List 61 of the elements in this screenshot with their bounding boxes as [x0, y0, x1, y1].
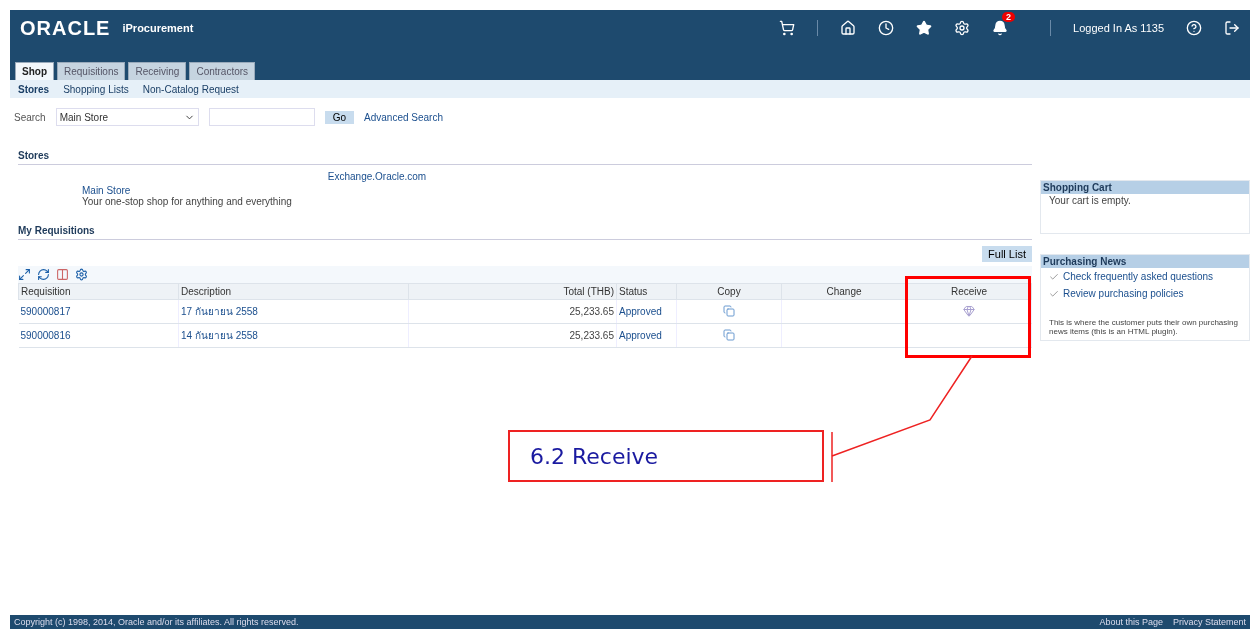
store-description: Your one-stop shop for anything and everything: [82, 196, 292, 207]
requisition-link[interactable]: 590000816: [18, 323, 179, 348]
search-field[interactable]: [208, 108, 315, 126]
subtab-link[interactable]: Shopping Lists: [63, 83, 129, 95]
news-note: This is where the customer puts their own purchasing news items (this is an HTML plugin).: [1048, 317, 1239, 338]
product-name: iProcurement: [122, 22, 194, 34]
subtab-link[interactable]: Stores: [18, 83, 50, 95]
user-label: Logged In As 1135: [1073, 22, 1164, 34]
help-icon[interactable]: [1186, 20, 1202, 36]
settings-icon[interactable]: [75, 268, 88, 281]
cart-text: Your cart is empty.: [1048, 194, 1132, 207]
panel-title: Purchasing News: [1041, 255, 1249, 268]
copyright-text: Copyright (c) 1998, 2014, Oracle and/or its affiliates. All rights reserved.: [14, 617, 299, 627]
notification-badge: 2: [1002, 12, 1016, 22]
status-link[interactable]: Approved: [616, 299, 677, 324]
column-header: Change: [781, 283, 907, 300]
exchange-link[interactable]: Exchange.Oracle.com: [327, 171, 427, 207]
check-icon: [1049, 271, 1059, 282]
tab[interactable]: Requisitions: [57, 62, 126, 80]
store-dropdown[interactable]: Main Store: [55, 108, 199, 126]
requisition-link[interactable]: 590000817: [18, 299, 179, 324]
advanced-search-link[interactable]: Advanced Search: [364, 111, 443, 123]
subtab-link[interactable]: Non-Catalog Request: [142, 83, 239, 95]
clock-icon[interactable]: [878, 20, 895, 36]
callout-text: 6.2 Receive: [530, 443, 659, 469]
section-title: Stores: [18, 132, 1032, 165]
cart-icon[interactable]: [779, 20, 796, 36]
column-header: Status: [616, 283, 677, 300]
description-link[interactable]: 17 กันยายน 2558: [178, 299, 409, 324]
search-label: Search: [14, 111, 46, 123]
logout-icon[interactable]: [1224, 20, 1240, 36]
column-header: Receive: [906, 283, 1032, 300]
logo: ORACLE: [20, 16, 111, 40]
tab[interactable]: Contractors: [189, 62, 256, 80]
settings-icon[interactable]: [954, 20, 971, 36]
description-link[interactable]: 14 กันยายน 2558: [178, 323, 409, 348]
full-list-button[interactable]: Full List: [982, 246, 1032, 262]
star-icon[interactable]: [916, 20, 933, 36]
store-link[interactable]: Main Store: [82, 185, 292, 196]
footer-link[interactable]: Privacy Statement: [1172, 617, 1246, 627]
total-cell: 25,233.65: [408, 323, 617, 348]
columns-icon[interactable]: [56, 268, 69, 281]
refresh-icon[interactable]: [37, 268, 50, 281]
footer-link[interactable]: About this Page: [1099, 617, 1163, 627]
panel-title: Shopping Cart: [1041, 181, 1249, 194]
section-title: My Requisitions: [18, 207, 1032, 240]
news-link[interactable]: Check frequently asked questions: [1063, 271, 1214, 282]
go-button[interactable]: Go: [324, 110, 355, 124]
column-header: Copy: [676, 283, 782, 300]
tab[interactable]: Receiving: [128, 62, 187, 80]
check-icon: [1049, 288, 1059, 299]
total-cell: 25,233.65: [408, 299, 617, 324]
column-header: Description: [178, 283, 409, 300]
expand-icon[interactable]: [18, 268, 31, 281]
tab[interactable]: Shop: [15, 62, 54, 80]
column-header: Requisition: [18, 283, 179, 300]
bell-icon[interactable]: [992, 20, 1009, 36]
column-header: Total (THB): [408, 283, 617, 300]
status-link[interactable]: Approved: [616, 323, 677, 348]
home-icon[interactable]: [840, 20, 857, 36]
news-link[interactable]: Review purchasing policies: [1063, 288, 1184, 299]
